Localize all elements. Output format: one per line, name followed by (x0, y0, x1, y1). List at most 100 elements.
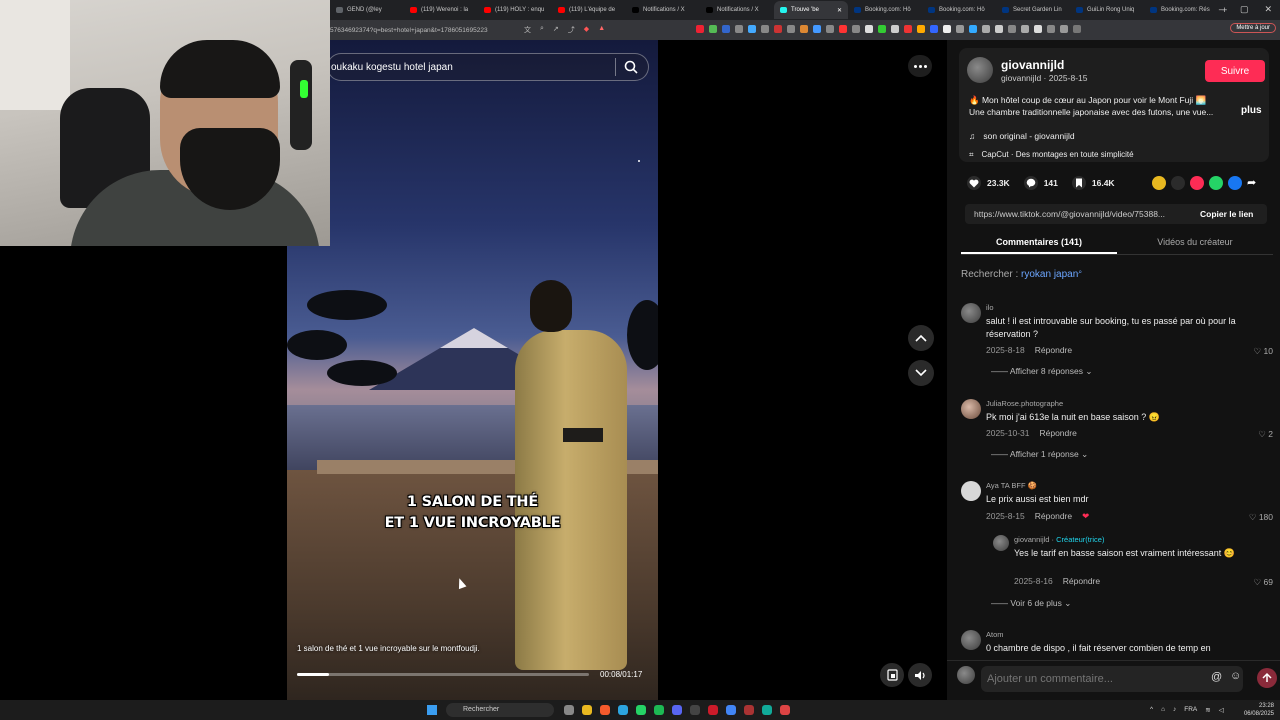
extension-icon[interactable] (839, 25, 847, 33)
extension-icon[interactable] (956, 25, 964, 33)
comment-avatar[interactable] (993, 535, 1009, 551)
browser-tab[interactable]: Notifications / X (626, 1, 700, 19)
brave-icon[interactable] (600, 705, 610, 715)
extension-icon[interactable] (1047, 25, 1055, 33)
facebook-icon[interactable] (1228, 176, 1242, 190)
comment-input[interactable] (981, 666, 1243, 692)
app-icon[interactable] (762, 705, 772, 715)
comment-avatar[interactable] (961, 399, 981, 419)
volume-button[interactable] (908, 663, 932, 687)
url-field[interactable]: 57634692374?q=best+hotel+japan&t=1786051… (330, 27, 520, 34)
more-description-button[interactable]: plus (1241, 105, 1262, 116)
extension-icon[interactable] (891, 25, 899, 33)
browser-tab[interactable]: Booking.com: Hô (848, 1, 922, 19)
comment-user[interactable]: Atom (986, 630, 1004, 639)
extension-icon[interactable] (787, 25, 795, 33)
windows-start-icon[interactable] (427, 705, 437, 715)
open-icon[interactable]: ↗ (553, 25, 559, 35)
extension-icon[interactable] (943, 25, 951, 33)
extension-icon[interactable] (1060, 25, 1068, 33)
extension-icon[interactable] (826, 25, 834, 33)
video-player[interactable]: oukaku kogestu hotel japan 1 SALON DE TH… (287, 40, 658, 700)
comment-like-button[interactable]: ♡ 10 (1254, 346, 1273, 357)
reply-button[interactable]: Répondre (1035, 511, 1072, 522)
extension-icon[interactable] (995, 25, 1003, 33)
pip-button[interactable] (880, 663, 904, 687)
music-link[interactable]: ♫ son original - giovannijld (969, 131, 1075, 141)
telegram-icon[interactable] (618, 705, 628, 715)
search-input[interactable]: oukaku kogestu hotel japan (331, 62, 615, 73)
translate-icon[interactable]: 文 (524, 25, 531, 35)
extension-icon[interactable] (865, 25, 873, 33)
clock[interactable]: 23:28 06/08/2025 (1244, 702, 1274, 718)
extension-icon[interactable] (1008, 25, 1016, 33)
current-user-avatar[interactable] (957, 666, 975, 684)
comment-avatar[interactable] (961, 303, 981, 323)
extension-icon[interactable] (1034, 25, 1042, 33)
comment-avatar[interactable] (961, 630, 981, 650)
update-button[interactable]: Mettre à jour (1230, 23, 1276, 33)
comment-like-button[interactable]: ♡ 2 (1258, 429, 1273, 440)
comment-button[interactable] (1023, 176, 1038, 190)
network-icon[interactable]: ⌂ (1161, 706, 1165, 714)
chrome-icon[interactable] (726, 705, 736, 715)
file-explorer-icon[interactable] (564, 705, 574, 715)
close-window-icon[interactable]: ✕ (1264, 4, 1272, 15)
show-replies-button[interactable]: —— Afficher 1 réponse ⌄ (991, 449, 1088, 460)
spotify-icon[interactable] (654, 705, 664, 715)
emoji-icon[interactable]: ☺ (1230, 670, 1241, 682)
previous-video-button[interactable] (908, 325, 934, 351)
creator-name[interactable]: giovannijld (1001, 58, 1064, 72)
comment-user[interactable]: Aya TA BFF 🍪 (986, 481, 1037, 490)
mic-icon[interactable]: ♪ (1173, 706, 1176, 714)
like-button[interactable] (967, 176, 981, 190)
video-link[interactable]: https://www.tiktok.com/@giovannijld/vide… (974, 209, 1194, 219)
video-search-box[interactable]: oukaku kogestu hotel japan (327, 53, 649, 81)
language-indicator[interactable]: FRA (1184, 706, 1197, 714)
zoom-icon[interactable]: ⌕ (540, 25, 544, 35)
opera-icon[interactable] (708, 705, 718, 715)
extension-icon[interactable] (800, 25, 808, 33)
search-suggestion-term[interactable]: ryokan japan (1021, 269, 1078, 280)
brave-rewards-icon[interactable]: ▲ (598, 25, 605, 35)
browser-tab[interactable]: (119) HOLY : enqu (478, 1, 552, 19)
reply-button[interactable]: Répondre (1039, 428, 1076, 438)
folder-icon[interactable] (582, 705, 592, 715)
comment-avatar[interactable] (961, 481, 981, 501)
volume-icon[interactable]: ◁ (1219, 706, 1224, 714)
browser-tab[interactable]: Booking.com: Hô (922, 1, 996, 19)
minimize-icon[interactable]: – (1219, 4, 1224, 15)
comment-like-button[interactable]: ♡ 180 (1249, 512, 1273, 523)
more-options-button[interactable] (908, 55, 932, 77)
close-tab-icon[interactable]: ✕ (837, 7, 842, 14)
comment-user[interactable]: JuliaRose.photographe (986, 399, 1063, 408)
post-comment-button[interactable] (1257, 668, 1277, 688)
comment-user[interactable]: giovannijld · Créateur(trice) (1014, 535, 1104, 544)
save-button[interactable] (1071, 176, 1086, 190)
extension-icon[interactable] (1021, 25, 1029, 33)
mention-icon[interactable]: @ (1211, 671, 1222, 683)
whatsapp-icon[interactable] (636, 705, 646, 715)
reply-button[interactable]: Répondre (1063, 576, 1100, 586)
tab-comments[interactable]: Commentaires (141) (961, 233, 1117, 254)
browser-tab[interactable]: (119) L'équipe de (552, 1, 626, 19)
whatsapp-icon[interactable] (1209, 176, 1223, 190)
capcut-link[interactable]: ⌗ CapCut · Des montages en toute simplic… (969, 150, 1134, 160)
extension-icon[interactable] (722, 25, 730, 33)
send-icon[interactable] (1190, 176, 1204, 190)
browser-tab[interactable]: Notifications / X (700, 1, 774, 19)
discord-icon[interactable] (672, 705, 682, 715)
video-progress-bar[interactable] (297, 673, 589, 676)
search-suggestion[interactable]: Rechercher : ryokan japan⌕ (961, 269, 1082, 280)
brave-shield-icon[interactable]: ◆ (584, 25, 589, 35)
reply-button[interactable]: Répondre (1035, 345, 1072, 355)
show-replies-button[interactable]: —— Afficher 8 réponses ⌄ (991, 366, 1092, 377)
extension-icon[interactable] (735, 25, 743, 33)
coin-icon[interactable] (1152, 176, 1166, 190)
extension-icon[interactable] (982, 25, 990, 33)
extension-icon[interactable] (696, 25, 704, 33)
next-video-button[interactable] (908, 360, 934, 386)
extension-icon[interactable] (878, 25, 886, 33)
share-page-icon[interactable]: ⤴ (568, 25, 575, 35)
app-icon[interactable] (780, 705, 790, 715)
